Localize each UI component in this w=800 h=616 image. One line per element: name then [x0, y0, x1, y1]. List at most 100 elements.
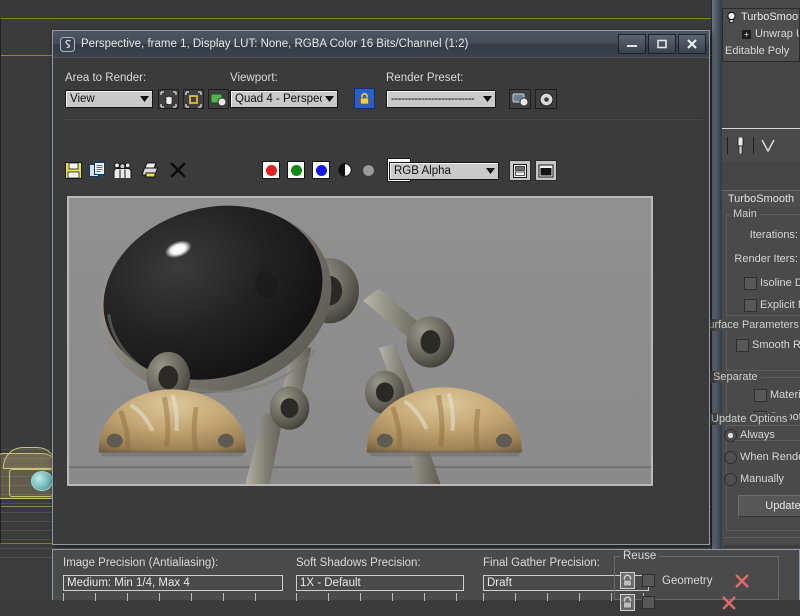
- reuse-geometry-checkbox[interactable]: [642, 574, 655, 587]
- close-button[interactable]: [678, 34, 706, 54]
- reuse-second-checkbox[interactable]: [642, 596, 655, 609]
- modifier-stack-item-unwrap-uvw[interactable]: + Unwrap UVW: [723, 26, 799, 43]
- lock-icon[interactable]: [620, 572, 635, 589]
- viewport-label: Viewport:: [230, 72, 278, 84]
- smooth-result-checkbox[interactable]: [736, 339, 749, 352]
- rollout-body: Main Iterations: Render Iters: Isoline D…: [722, 207, 800, 600]
- isoline-display-label: Isoline Display: [760, 277, 800, 289]
- alpha-channel-chip[interactable]: [362, 164, 375, 177]
- toggle-ui-icon[interactable]: [535, 160, 557, 181]
- modifier-label: Editable Poly: [725, 43, 789, 60]
- modifier-stack-toolbar: [722, 128, 800, 162]
- render-frame-window[interactable]: Perspective, frame 1, Display LUT: None,…: [52, 30, 710, 545]
- image-precision-field[interactable]: Medium: Min 1/4, Max 4: [63, 575, 283, 591]
- lock-icon[interactable]: [620, 594, 635, 611]
- render-preset-value: -------------------------: [387, 93, 480, 105]
- soft-shadows-precision-label: Soft Shadows Precision:: [296, 557, 421, 569]
- smooth-result-label: Smooth Result: [752, 339, 800, 351]
- render-setup-dialog-icon[interactable]: [509, 89, 531, 109]
- viewport-toolbar-strip: [0, 0, 714, 18]
- wireframe-sphere-object[interactable]: [31, 471, 53, 491]
- image-precision-label: Image Precision (Antialiasing):: [63, 557, 218, 569]
- lightbulb-icon[interactable]: [725, 11, 738, 24]
- save-image-icon[interactable]: [65, 162, 82, 179]
- soft-shadows-precision-field[interactable]: 1X - Default: [296, 575, 464, 591]
- lock-icon[interactable]: [354, 88, 375, 109]
- clone-image-icon[interactable]: [89, 162, 106, 179]
- render-iters-label: Render Iters:: [710, 253, 798, 265]
- rendered-robot-image[interactable]: [67, 196, 653, 486]
- reuse-geometry-label: Geometry: [662, 575, 713, 587]
- reuse-row-second: [620, 594, 737, 611]
- red-channel-chip[interactable]: [262, 161, 280, 179]
- show-end-result-icon[interactable]: [761, 137, 772, 154]
- maximize-button[interactable]: [648, 34, 676, 54]
- render-preset-label: Render Preset:: [386, 72, 463, 84]
- group-update-options-label: Update Options: [708, 413, 790, 425]
- toolbar-divider: [753, 137, 754, 154]
- environment-icon[interactable]: [535, 89, 557, 109]
- explicit-normals-label: Explicit Normals: [760, 299, 800, 311]
- plus-box-icon[interactable]: +: [742, 30, 751, 39]
- region-move-icon[interactable]: [158, 89, 179, 109]
- update-button[interactable]: Update: [738, 495, 800, 517]
- render-frame-titlebar[interactable]: Perspective, frame 1, Display LUT: None,…: [53, 31, 709, 58]
- duplicate-view-icon[interactable]: [509, 160, 531, 181]
- isoline-display-checkbox[interactable]: [744, 277, 757, 290]
- group-main-label: Main: [730, 208, 760, 220]
- viewport-value: Quad 4 - Perspec: [231, 93, 322, 105]
- reuse-group-label: Reuse: [620, 550, 659, 562]
- update-always-radio[interactable]: [724, 429, 737, 442]
- explicit-normals-checkbox[interactable]: [744, 299, 757, 312]
- chevron-down-icon[interactable]: [480, 91, 495, 107]
- update-manually-radio[interactable]: [724, 473, 737, 486]
- blue-dot-icon: [316, 165, 327, 176]
- print-image-icon[interactable]: [141, 162, 160, 179]
- separate-materials-checkbox[interactable]: [754, 389, 767, 402]
- modifier-stack-item-turbosmooth[interactable]: TurboSmooth: [723, 9, 799, 26]
- rollout-divider: [724, 537, 800, 538]
- modifier-label: Unwrap UVW: [755, 26, 800, 43]
- clear-image-icon[interactable]: [169, 161, 187, 179]
- toolbar-divider: [727, 137, 728, 154]
- mono-channel-chip[interactable]: [337, 162, 353, 178]
- channel-display-select-real[interactable]: RGB Alpha: [389, 162, 499, 180]
- render-preset-select[interactable]: -------------------------: [386, 90, 496, 108]
- command-panel: TurboSmooth + Unwrap UVW Editable Poly T…: [711, 0, 800, 600]
- chevron-down-icon[interactable]: [483, 163, 498, 179]
- reuse-row-geometry: Geometry: [620, 572, 750, 589]
- modifier-label: TurboSmooth: [741, 9, 800, 26]
- area-to-render-select[interactable]: View: [65, 90, 153, 108]
- render-frame-title-text: Perspective, frame 1, Display LUT: None,…: [81, 38, 616, 50]
- green-channel-chip[interactable]: [287, 161, 305, 179]
- final-gather-precision-label: Final Gather Precision:: [483, 557, 600, 569]
- modifier-stack[interactable]: TurboSmooth + Unwrap UVW Editable Poly: [722, 8, 800, 62]
- chevron-down-icon[interactable]: [137, 91, 152, 107]
- region-auto-icon[interactable]: [183, 89, 204, 109]
- area-to-render-value: View: [66, 93, 137, 105]
- modifier-stack-item-editable-poly[interactable]: Editable Poly: [723, 43, 799, 60]
- minimize-button[interactable]: [618, 34, 646, 54]
- toolbar-separator: [61, 118, 701, 120]
- red-dot-icon: [266, 165, 277, 176]
- print-setup-icon[interactable]: [113, 162, 132, 179]
- render-canvas: [69, 198, 651, 484]
- channel-display-value: RGB Alpha: [390, 165, 483, 177]
- update-when-rendering-label: When Rendering: [740, 451, 800, 463]
- viewport-select[interactable]: Quad 4 - Perspec: [230, 90, 338, 108]
- green-dot-icon: [291, 165, 302, 176]
- rollout-header-turbosmooth[interactable]: TurboSmooth: [722, 190, 800, 208]
- red-x-icon[interactable]: [734, 573, 750, 589]
- update-manually-label: Manually: [740, 473, 784, 485]
- render-setup-icon[interactable]: [208, 89, 229, 109]
- pin-stack-icon[interactable]: [735, 137, 746, 154]
- group-separate-label: Separate: [710, 371, 761, 383]
- command-panel-rail[interactable]: [712, 0, 722, 600]
- area-to-render-label: Area to Render:: [65, 72, 146, 84]
- render-frame-icon: [60, 37, 75, 52]
- red-x-icon[interactable]: [721, 595, 737, 611]
- separate-materials-label: Materials: [770, 389, 800, 401]
- update-when-rendering-radio[interactable]: [724, 451, 737, 464]
- chevron-down-icon[interactable]: [322, 91, 337, 107]
- blue-channel-chip[interactable]: [312, 161, 330, 179]
